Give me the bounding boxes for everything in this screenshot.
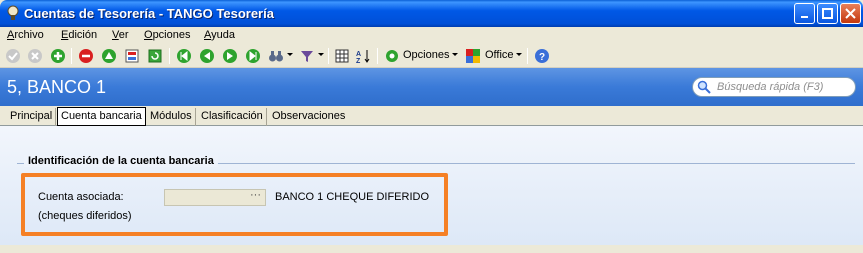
help-icon[interactable]: ? (534, 48, 550, 64)
options-label[interactable]: Opciones (403, 49, 449, 61)
grid-icon[interactable] (334, 48, 350, 64)
record-header: 5, BANCO 1 Búsqueda rápida (F3) (0, 68, 863, 106)
toolbar-separator (328, 48, 329, 64)
record-title: 5, BANCO 1 (7, 77, 107, 97)
confirm-icon[interactable] (5, 48, 21, 64)
options-icon[interactable] (384, 48, 400, 64)
title-bar: Cuentas de Tesorería - TANGO Tesorería (0, 0, 863, 27)
toolbar-separator (169, 48, 170, 64)
content-background: Identificación de la cuenta bancaria Cue… (0, 126, 863, 245)
tab-principal[interactable]: Principal (7, 108, 57, 126)
tab-bar: Principal Cuenta bancaria Módulos Clasif… (0, 106, 863, 126)
options-dropdown-arrow[interactable] (452, 53, 458, 56)
close-icon (845, 8, 856, 19)
first-icon[interactable] (176, 48, 192, 64)
svg-text:Z: Z (356, 58, 361, 64)
menu-ver[interactable]: Ver (112, 29, 129, 41)
add-icon[interactable] (50, 48, 66, 64)
binoculars-dropdown-arrow[interactable] (287, 53, 293, 56)
last-icon[interactable] (245, 48, 261, 64)
cancel-icon[interactable] (27, 48, 43, 64)
office-icon[interactable] (465, 48, 481, 64)
menu-edicion[interactable]: Edición (61, 29, 97, 41)
toolbar-separator (71, 48, 72, 64)
tab-cuenta-bancaria[interactable]: Cuenta bancaria (57, 107, 146, 126)
filter-icon[interactable] (299, 48, 315, 64)
quick-search-input[interactable]: Búsqueda rápida (F3) (692, 77, 856, 97)
modify-icon[interactable] (101, 48, 117, 64)
menu-archivo[interactable]: Archivo (7, 29, 44, 41)
office-dropdown-arrow[interactable] (516, 53, 522, 56)
refresh-icon[interactable] (147, 48, 163, 64)
maximize-button[interactable] (817, 3, 838, 24)
menu-ayuda[interactable]: Ayuda (204, 29, 235, 41)
filter-dropdown-arrow[interactable] (318, 53, 324, 56)
tab-modulos[interactable]: Módulos (147, 108, 196, 126)
minimize-button[interactable] (794, 3, 815, 24)
window-title: Cuentas de Tesorería - TANGO Tesorería (24, 6, 274, 21)
highlight-box (21, 173, 448, 236)
tab-clasificacion[interactable]: Clasificación (198, 108, 267, 126)
sort-icon[interactable]: AZ (355, 48, 371, 64)
svg-text:?: ? (539, 52, 545, 63)
previous-icon[interactable] (199, 48, 215, 64)
toolbar-separator (377, 48, 378, 64)
delete-icon[interactable] (78, 48, 94, 64)
search-icon (697, 80, 711, 94)
menu-bar: Archivo Edición Ver Opciones Ayuda (0, 27, 863, 44)
toolbar-separator (527, 48, 528, 64)
maximize-icon (822, 8, 833, 19)
minimize-icon (800, 15, 808, 18)
export-icon[interactable] (124, 48, 140, 64)
next-icon[interactable] (222, 48, 238, 64)
app-icon (7, 5, 19, 20)
tab-content: Identificación de la cuenta bancaria Cue… (0, 126, 863, 245)
office-label[interactable]: Office (485, 49, 514, 61)
search-placeholder: Búsqueda rápida (F3) (717, 81, 824, 93)
binoculars-icon[interactable] (268, 48, 284, 64)
group-title: Identificación de la cuenta bancaria (24, 155, 218, 167)
toolbar: AZ Opciones Office ? (0, 44, 863, 68)
close-button[interactable] (840, 3, 861, 24)
menu-opciones[interactable]: Opciones (144, 29, 190, 41)
svg-text:A: A (356, 51, 361, 58)
tab-observaciones[interactable]: Observaciones (269, 108, 348, 126)
